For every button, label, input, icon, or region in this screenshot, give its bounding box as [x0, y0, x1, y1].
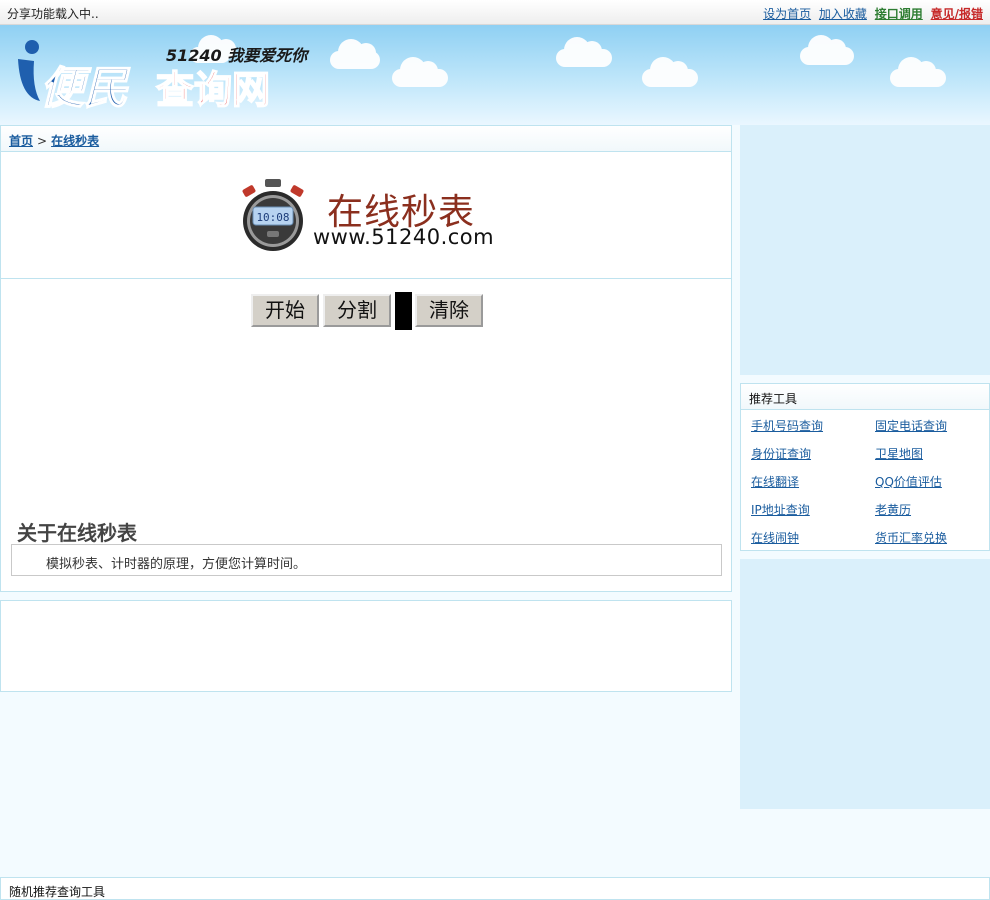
start-button[interactable]: 开始 [251, 294, 319, 327]
api-link[interactable]: 接口调用 [875, 7, 923, 21]
tool-link[interactable]: 在线翻译 [751, 473, 799, 490]
tool-link[interactable]: 身份证查询 [751, 445, 811, 462]
about-title: 关于在线秒表 [17, 521, 137, 545]
tool-link[interactable]: 固定电话查询 [875, 417, 947, 434]
main-panel: 首页 > 在线秒表 10:08 在线秒表 www.51240.com 开始 分割 清… [0, 125, 732, 592]
breadcrumb-separator: > [37, 134, 48, 148]
breadcrumb-home-link[interactable]: 首页 [9, 134, 33, 148]
tool-banner: 10:08 在线秒表 www.51240.com [1, 153, 731, 279]
top-links: 设为首页 加入收藏 接口调用 意见/报错 [759, 5, 983, 22]
logo-graphic: 51240 我要爱死你 便民 查询网 [18, 40, 310, 115]
right-ad-area-lower [740, 559, 990, 809]
cloud-decoration [392, 57, 448, 87]
banner-url: www.51240.com [313, 225, 495, 249]
logo-slogan: 51240 我要爱死你 [166, 46, 310, 65]
report-link[interactable]: 意见/报错 [931, 7, 983, 21]
site-header: 51240 我要爱死你 便民 查询网 [0, 25, 990, 125]
tool-link[interactable]: 手机号码查询 [751, 417, 823, 434]
logo-text-chaxunwang: 查询网 [156, 68, 270, 109]
recommended-tools-title: 推荐工具 [741, 384, 989, 410]
tool-link[interactable]: QQ价值评估 [875, 473, 942, 490]
split-button[interactable]: 分割 [323, 294, 391, 327]
tool-link[interactable]: 货币汇率兑换 [875, 529, 947, 546]
tool-link[interactable]: 卫星地图 [875, 445, 923, 462]
cloud-decoration [556, 37, 612, 67]
stopwatch-display [395, 292, 412, 330]
random-tools-header: 随机推荐查询工具 [0, 877, 990, 900]
clear-button[interactable]: 清除 [415, 294, 483, 327]
secondary-panel [0, 600, 732, 692]
about-description: 模拟秒表、计时器的原理，方便您计算时间。 [11, 544, 722, 576]
cloud-decoration [642, 57, 698, 87]
tool-link[interactable]: 老黄历 [875, 501, 911, 518]
stopwatch-icon: 10:08 [242, 179, 304, 251]
cloud-decoration [800, 35, 854, 65]
cloud-decoration [330, 39, 380, 69]
tool-link[interactable]: 在线闹钟 [751, 529, 799, 546]
recommended-tools-panel: 推荐工具 手机号码查询 固定电话查询 身份证查询 卫星地图 在线翻译 QQ价值评… [740, 383, 990, 551]
stopwatch-display-text: 10:08 [256, 211, 289, 224]
site-logo[interactable]: 51240 我要爱死你 便民 查询网 [10, 37, 310, 115]
right-ad-area [740, 125, 990, 375]
breadcrumb-current-link[interactable]: 在线秒表 [51, 134, 99, 148]
breadcrumb: 首页 > 在线秒表 [1, 126, 731, 152]
bookmark-link[interactable]: 加入收藏 [819, 7, 867, 21]
tool-link[interactable]: IP地址查询 [751, 501, 810, 518]
set-home-link[interactable]: 设为首页 [763, 7, 811, 21]
logo-text-bianmin: 便民 [40, 63, 131, 109]
top-bar: 分享功能载入中.. 设为首页 加入收藏 接口调用 意见/报错 [0, 0, 990, 25]
cloud-decoration [890, 57, 946, 87]
share-loading-text: 分享功能载入中.. [7, 7, 99, 21]
